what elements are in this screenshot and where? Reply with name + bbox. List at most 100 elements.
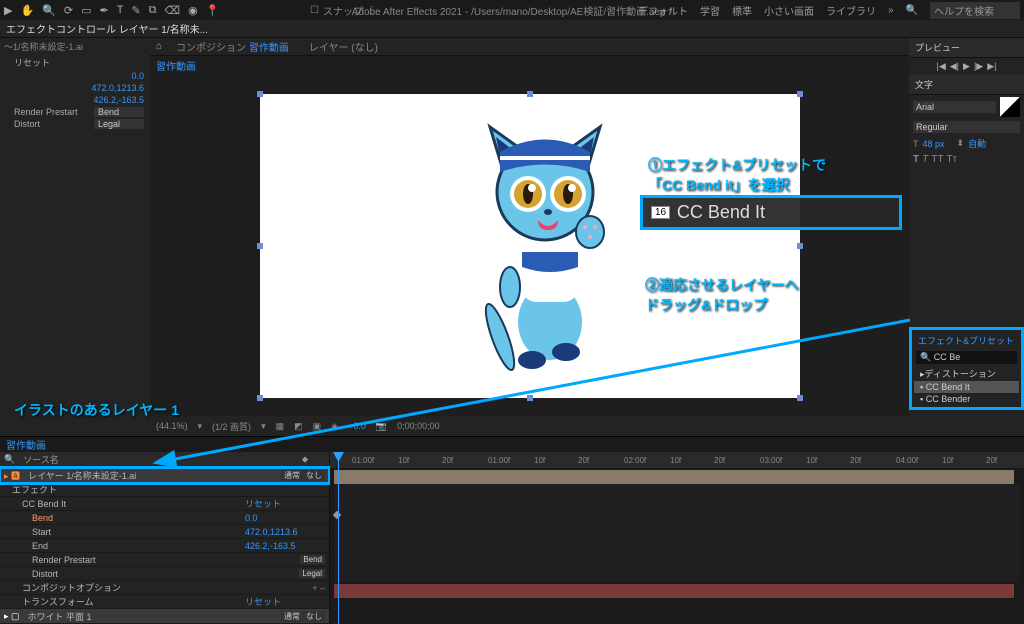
- workspace-default[interactable]: デフォルト: [638, 3, 688, 18]
- prop-end-value[interactable]: 426.2,-163.5: [93, 95, 144, 105]
- effect-ccbendit-row[interactable]: CC Bend Itリセット: [0, 497, 329, 511]
- last-frame-icon[interactable]: ▶|: [987, 61, 996, 72]
- timecode[interactable]: 0;00;00;00: [397, 421, 440, 431]
- timeline-ruler[interactable]: 01:00f 10f 20f 01:00f 10f 20f 02:00f 10f…: [330, 452, 1024, 468]
- timeline-track-area[interactable]: 01:00f 10f 20f 01:00f 10f 20f 02:00f 10f…: [330, 452, 1024, 624]
- selection-tool-icon[interactable]: ▶: [4, 4, 12, 17]
- bold-icon[interactable]: T: [913, 154, 919, 165]
- handle-bc-icon[interactable]: [527, 395, 533, 401]
- prop-render-row[interactable]: Render PrestartBend: [0, 553, 329, 567]
- leading-value[interactable]: 自動: [968, 137, 986, 150]
- effects-search[interactable]: 🔍 CC Be: [916, 351, 1017, 364]
- prop-end-row[interactable]: End426.2,-163.5: [0, 539, 329, 553]
- exposure-value[interactable]: +0.0: [348, 421, 366, 431]
- handle-tl-icon[interactable]: [257, 91, 263, 97]
- workspace-small[interactable]: 小さい画面: [764, 3, 814, 18]
- prev-frame-icon[interactable]: ◀|: [950, 61, 959, 72]
- text-color-swatch[interactable]: [1000, 97, 1020, 117]
- handle-bl-icon[interactable]: [257, 395, 263, 401]
- allcaps-icon[interactable]: TT: [931, 154, 943, 165]
- snap-toggle[interactable]: ☐ スナップ ⋮: [310, 3, 377, 18]
- workspace-learn[interactable]: 学習: [700, 3, 720, 18]
- snap-options-icon[interactable]: ⋮: [367, 5, 377, 16]
- character-panel-header[interactable]: 文字: [909, 75, 1024, 95]
- mask-icon[interactable]: ◩: [294, 421, 303, 432]
- search-tl-icon[interactable]: 🔍: [4, 454, 15, 465]
- layer1-trkmat[interactable]: なし: [303, 470, 325, 481]
- layer2-mode[interactable]: 通常: [281, 611, 303, 622]
- zoom-dropdown-icon[interactable]: ▾: [198, 421, 203, 432]
- layer2-bar[interactable]: [334, 584, 1014, 598]
- handle-br-icon[interactable]: [797, 395, 803, 401]
- res-dropdown-icon[interactable]: ▾: [261, 421, 266, 432]
- pen-tool-icon[interactable]: ✒: [100, 4, 109, 17]
- search-icon[interactable]: 🔍: [906, 5, 918, 16]
- compo-options-row[interactable]: コンポジットオプション+ –: [0, 581, 329, 595]
- composition-viewer[interactable]: [150, 75, 909, 416]
- snap-checkbox-icon[interactable]: ☐: [310, 5, 319, 16]
- font-select[interactable]: Arial: [913, 101, 996, 113]
- layer-2-row[interactable]: ▸ ▢ ホワイト 平面 1 通常 なし: [0, 609, 329, 624]
- timeline-comp-tab[interactable]: 習作動画: [6, 437, 46, 452]
- resolution-value[interactable]: (1/2 画質): [212, 420, 251, 433]
- workspace-library[interactable]: ライブラリ: [826, 3, 876, 18]
- grid-icon[interactable]: ▦: [276, 421, 285, 432]
- rect-tool-icon[interactable]: ▭: [81, 4, 91, 17]
- layer1-bar[interactable]: [334, 470, 1014, 484]
- text-tool-icon[interactable]: T: [117, 4, 124, 16]
- keyframe-icon[interactable]: [333, 511, 341, 519]
- prop-distort-select[interactable]: Legal: [94, 119, 144, 129]
- weight-select[interactable]: Regular: [913, 121, 1020, 133]
- prop-render-select[interactable]: Bend: [94, 107, 144, 117]
- handle-tr-icon[interactable]: [797, 91, 803, 97]
- zoom-value[interactable]: (44.1%): [156, 421, 188, 431]
- italic-icon[interactable]: T: [922, 154, 928, 165]
- canvas[interactable]: [260, 94, 800, 398]
- prop-bend-value[interactable]: 0.0: [131, 71, 144, 81]
- font-size[interactable]: 48 px: [923, 139, 945, 149]
- zoom-tool-icon[interactable]: 🔍: [42, 4, 56, 17]
- rotate-tool-icon[interactable]: ⟳: [64, 4, 73, 17]
- prop-start-row[interactable]: Start472.0,1213.6: [0, 525, 329, 539]
- pin-tool-icon[interactable]: 📍: [206, 4, 220, 17]
- transform-row[interactable]: トランスフォームリセット: [0, 595, 329, 609]
- eraser-tool-icon[interactable]: ⌫: [165, 4, 181, 17]
- top-panel-tabs: エフェクトコントロール レイヤー 1/名称未...: [0, 20, 1024, 38]
- stamp-tool-icon[interactable]: ⧉: [149, 4, 157, 17]
- first-frame-icon[interactable]: |◀: [937, 61, 946, 72]
- effect-controls-tab[interactable]: エフェクトコントロール レイヤー 1/名称未...: [6, 21, 208, 36]
- category-distortion[interactable]: ▸ディストーション: [914, 366, 1019, 381]
- help-search[interactable]: ヘルプを検索: [930, 2, 1020, 19]
- preview-panel-header[interactable]: プレビュー: [909, 38, 1024, 58]
- effects-header[interactable]: エフェクト&プリセット: [914, 332, 1019, 349]
- channel-icon[interactable]: ◈: [331, 421, 338, 432]
- handle-mr-icon[interactable]: [797, 243, 803, 249]
- prop-start-value[interactable]: 472.0,1213.6: [91, 83, 144, 93]
- hand-tool-icon[interactable]: ✋: [20, 4, 34, 17]
- brush-tool-icon[interactable]: ✎: [131, 4, 140, 17]
- handle-tc-icon[interactable]: [527, 91, 533, 97]
- layer2-trkmat[interactable]: なし: [303, 611, 325, 622]
- comp-tab[interactable]: コンポジション 習作動画: [170, 37, 295, 56]
- camera-icon[interactable]: 📷: [376, 421, 387, 432]
- layer1-mode[interactable]: 通常: [281, 470, 303, 481]
- effect-cc-bender[interactable]: ▪ CC Bender: [914, 393, 1019, 405]
- prop-bend-row[interactable]: Bend0.0: [0, 511, 329, 525]
- region-icon[interactable]: ▣: [313, 421, 322, 432]
- prop-reset[interactable]: リセット: [14, 56, 50, 69]
- layer-1-row[interactable]: ▸ 🅰 レイヤー 1/名称未設定-1.ai 通常 なし: [0, 468, 329, 483]
- play-icon[interactable]: ▶: [963, 61, 970, 72]
- prop-distort-row[interactable]: DistortLegal: [0, 567, 329, 581]
- workspace-standard[interactable]: 標準: [732, 3, 752, 18]
- handle-ml-icon[interactable]: [257, 243, 263, 249]
- workspace-more-icon[interactable]: »: [888, 5, 894, 16]
- effect-cc-bend-it[interactable]: ▪ CC Bend It: [914, 381, 1019, 393]
- rotobrush-tool-icon[interactable]: ◉: [188, 4, 198, 17]
- comp-breadcrumb[interactable]: 習作動画: [150, 56, 909, 75]
- next-frame-icon[interactable]: |▶: [974, 61, 983, 72]
- home-icon[interactable]: ⌂: [156, 41, 162, 52]
- layer-tab[interactable]: レイヤー (なし): [303, 37, 384, 56]
- smallcaps-icon[interactable]: Tᴛ: [946, 154, 957, 165]
- effects-group[interactable]: エフェクト: [0, 483, 329, 497]
- playhead[interactable]: [338, 452, 339, 624]
